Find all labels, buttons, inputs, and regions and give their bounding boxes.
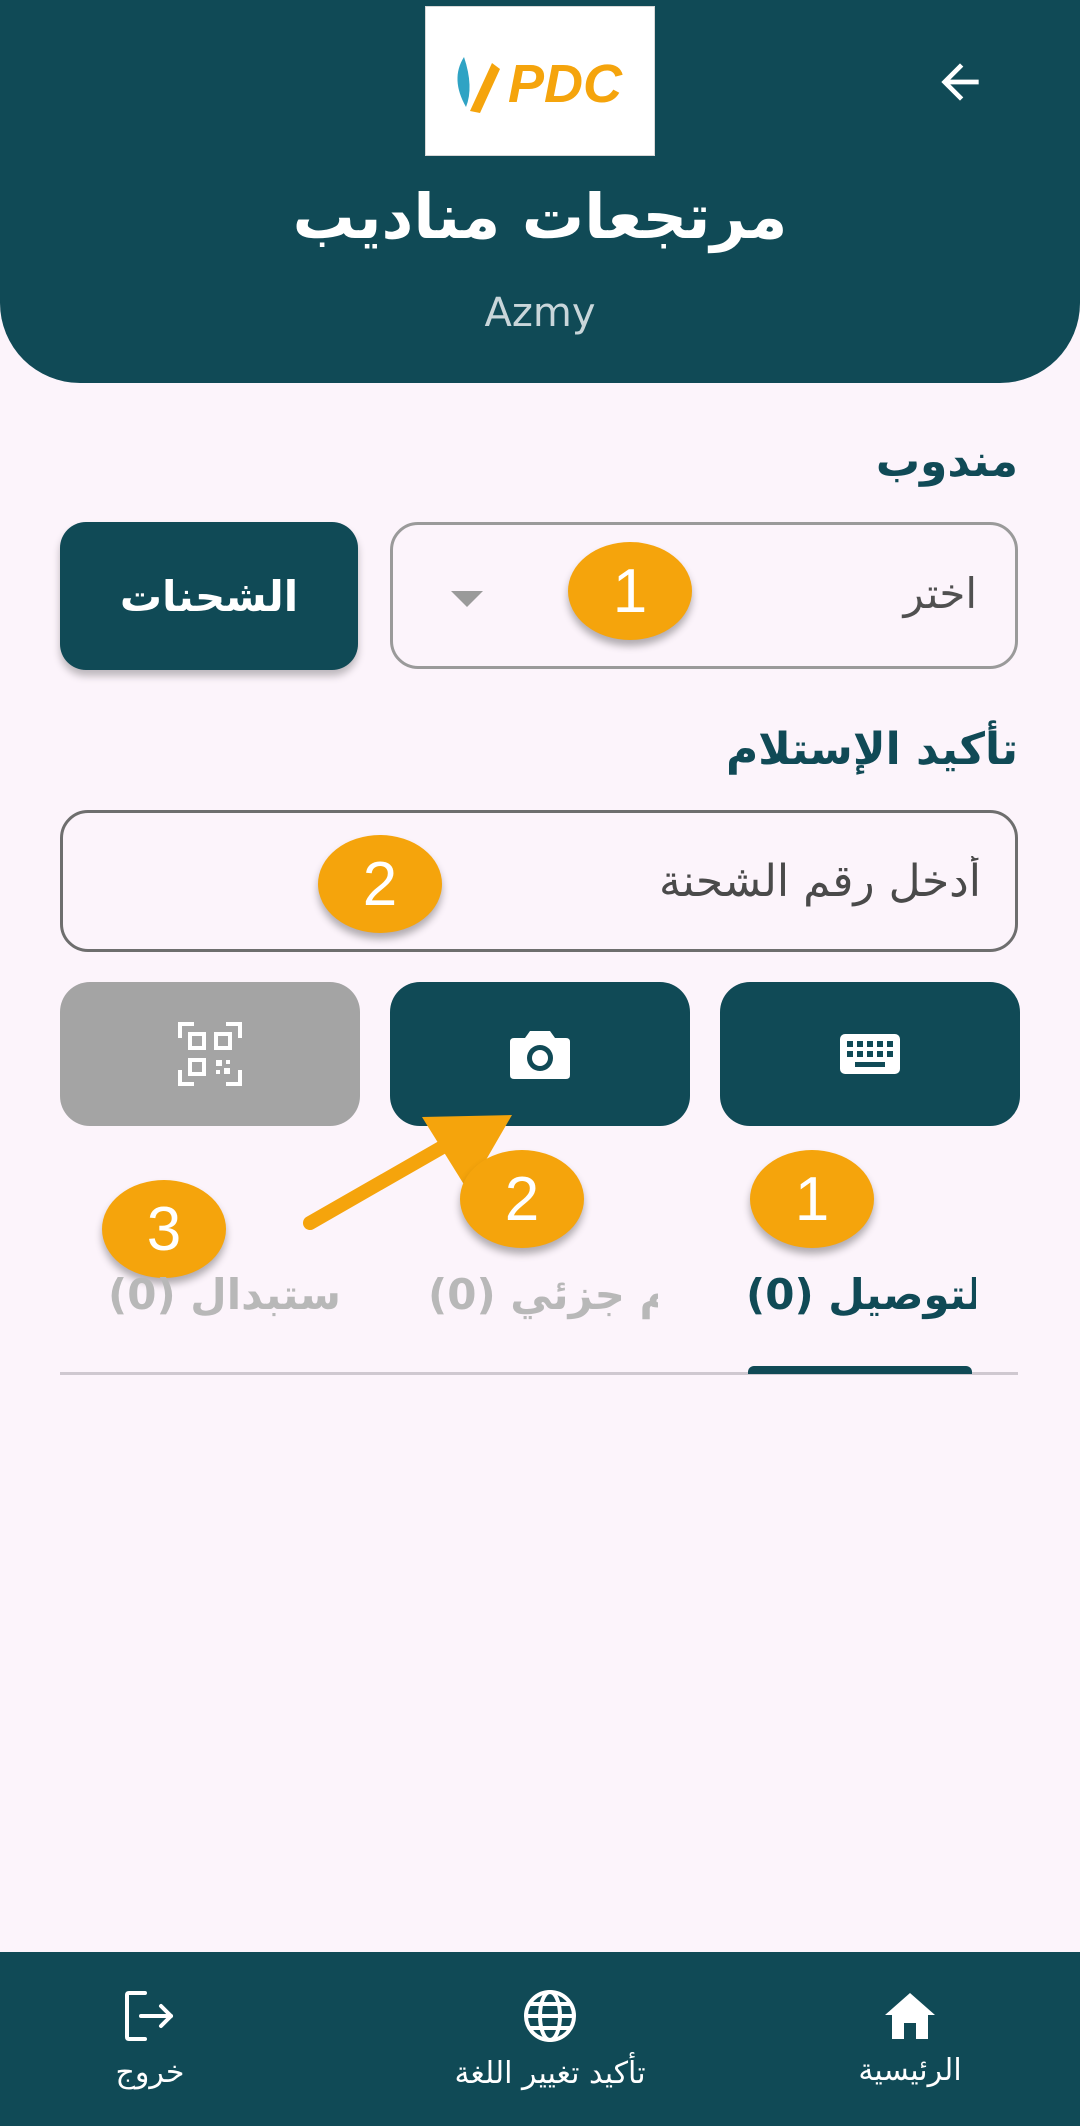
tab-partial[interactable]: م جزئي (0) xyxy=(428,1270,658,1340)
representative-label: مندوب xyxy=(875,436,1018,487)
user-name: Azmy xyxy=(484,290,596,336)
shipment-number-input[interactable] xyxy=(63,813,1015,949)
nav-home-label: الرئيسية xyxy=(858,2052,962,2088)
nav-language-label: تأكيد تغيير اللغة xyxy=(454,2055,646,2091)
nav-exit[interactable]: خروج xyxy=(80,1952,220,2126)
app-header: PDC مرتجعات مناديب Azmy xyxy=(0,0,1080,383)
camera-icon xyxy=(510,1031,570,1079)
annotation-badge-tab-2: 2 xyxy=(460,1150,584,1248)
representative-dropdown[interactable]: اختر xyxy=(390,522,1018,669)
nav-exit-label: خروج xyxy=(115,2054,185,2090)
arrow-left-icon xyxy=(941,63,979,101)
back-button[interactable] xyxy=(920,42,1000,122)
qr-scan-icon xyxy=(178,1022,242,1086)
keyboard-icon xyxy=(840,1034,900,1074)
shipment-number-field xyxy=(60,810,1018,952)
keyboard-input-button[interactable] xyxy=(720,982,1020,1126)
svg-text:PDC: PDC xyxy=(508,54,623,114)
logout-icon xyxy=(125,1990,173,2041)
annotation-badge-1: 1 xyxy=(568,542,692,640)
tab-delivery[interactable]: لتوصيل (0) xyxy=(746,1270,976,1340)
bottom-navigation: الرئيسية تأكيد تغيير اللغة خروج xyxy=(0,1952,1080,2126)
tab-exchange[interactable]: ستبدال (0) xyxy=(108,1270,338,1340)
nav-language[interactable]: تأكيد تغيير اللغة xyxy=(380,1952,720,2126)
home-icon xyxy=(885,1992,935,2039)
page-title: مرتجعات مناديب xyxy=(292,180,788,253)
dropdown-value: اختر xyxy=(903,569,977,618)
annotation-badge-2: 2 xyxy=(318,835,442,933)
annotation-badge-tab-3: 3 xyxy=(102,1180,226,1278)
active-tab-indicator xyxy=(748,1366,972,1374)
annotation-badge-tab-1: 1 xyxy=(750,1150,874,1248)
nav-home[interactable]: الرئيسية xyxy=(820,1952,1000,2126)
confirm-receipt-label: تأكيد الإستلام xyxy=(725,724,1018,775)
pdc-logo: PDC xyxy=(457,54,623,114)
company-logo: PDC xyxy=(425,6,655,156)
shipments-button[interactable]: الشحنات xyxy=(60,522,358,670)
caret-down-icon xyxy=(451,591,483,607)
globe-icon xyxy=(524,1989,576,2042)
